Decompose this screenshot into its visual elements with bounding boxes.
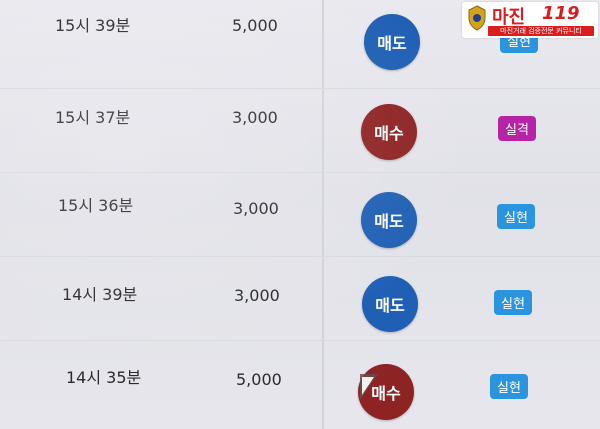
watermark-logo: 마진 119 마진거래 검증전문 커뮤니티 bbox=[462, 2, 598, 38]
sell-button[interactable]: 매도 bbox=[362, 276, 418, 332]
status-badge: 실현 bbox=[497, 204, 535, 229]
trade-time: 15시 37분 bbox=[55, 108, 131, 127]
column-divider bbox=[322, 0, 324, 429]
row-divider bbox=[0, 172, 600, 173]
trade-time: 14시 39분 bbox=[62, 285, 138, 304]
status-badge: 실현 bbox=[490, 374, 528, 399]
row-divider bbox=[0, 256, 600, 257]
trade-time: 15시 39분 bbox=[55, 16, 131, 35]
watermark-tagline: 마진거래 검증전문 커뮤니티 bbox=[488, 26, 594, 36]
mouse-cursor-fill bbox=[362, 377, 374, 395]
buy-button[interactable]: 매수 bbox=[361, 104, 417, 160]
trade-quantity: 5,000 bbox=[232, 16, 278, 35]
row-divider bbox=[0, 340, 600, 341]
trade-history-screen: 15시 39분 5,000 매도 실현 15시 37분 3,000 매수 실격 … bbox=[0, 0, 600, 429]
sell-button[interactable]: 매도 bbox=[361, 192, 417, 248]
sell-button[interactable]: 매도 bbox=[364, 14, 420, 70]
trade-quantity: 5,000 bbox=[236, 370, 282, 389]
trade-time: 15시 36분 bbox=[58, 196, 134, 215]
status-badge: 실현 bbox=[494, 290, 532, 315]
row-divider bbox=[0, 88, 600, 89]
trade-quantity: 3,000 bbox=[232, 108, 278, 127]
watermark-number: 119 bbox=[542, 3, 580, 24]
status-badge: 실격 bbox=[498, 116, 536, 141]
trade-time: 14시 35분 bbox=[66, 368, 142, 387]
police-seal-icon bbox=[468, 5, 486, 31]
trade-quantity: 3,000 bbox=[234, 286, 280, 305]
trade-quantity: 3,000 bbox=[233, 199, 279, 218]
